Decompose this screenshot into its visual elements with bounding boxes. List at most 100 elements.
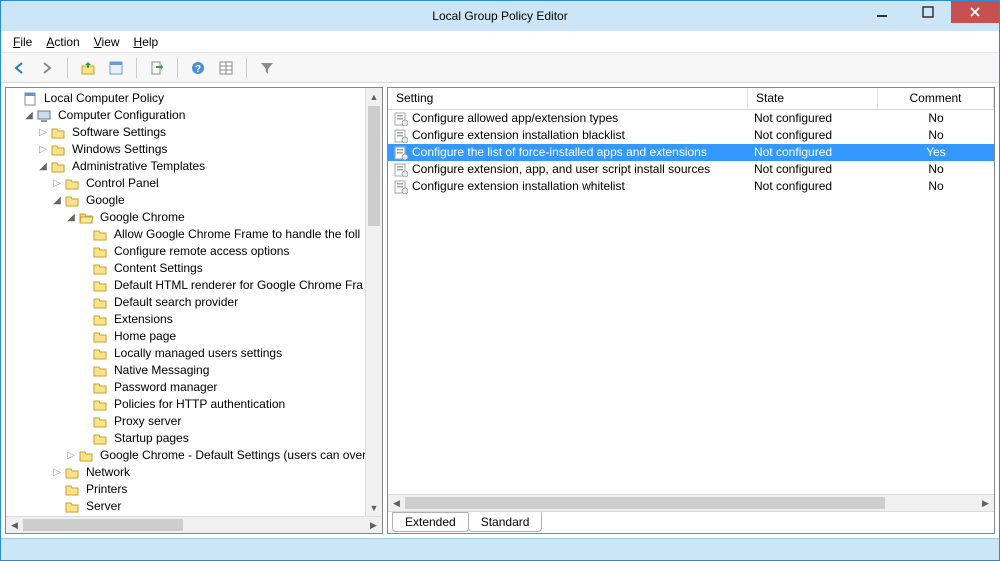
tree-node-chrome-subfolder[interactable]: Extensions (8, 311, 382, 328)
tree-horizontal-scrollbar[interactable]: ◀ ▶ (6, 516, 382, 533)
tree-label: Content Settings (112, 260, 205, 277)
tree-label: Google Chrome (98, 209, 187, 226)
tree-node-chrome-subfolder[interactable]: Home page (8, 328, 382, 345)
tree-label: Server (84, 498, 123, 515)
tree-node-server[interactable]: Server (8, 498, 382, 515)
tree-node-software-settings[interactable]: ▷ Software Settings (8, 124, 382, 141)
scroll-thumb[interactable] (368, 106, 380, 226)
tree-node-google-chrome[interactable]: ◢ Google Chrome (8, 209, 382, 226)
tree-node-network[interactable]: ▷ Network (8, 464, 382, 481)
tree-label: Default HTML renderer for Google Chrome … (112, 277, 365, 294)
tree-label: Control Panel (84, 175, 161, 192)
tab-standard[interactable]: Standard (468, 512, 543, 532)
tree-node-google[interactable]: ◢ Google (8, 192, 382, 209)
tree-node-chrome-subfolder[interactable]: Configure remote access options (8, 243, 382, 260)
toolbar-separator (177, 58, 178, 78)
expand-icon[interactable]: ▷ (36, 124, 50, 141)
grid-row[interactable]: Configure extension installation whiteli… (388, 178, 994, 195)
expand-icon[interactable]: ▷ (36, 141, 50, 158)
tree-node-gc-default[interactable]: ▷ Google Chrome - Default Settings (user… (8, 447, 382, 464)
cell-setting: Configure allowed app/extension types (388, 110, 748, 127)
tree-node-chrome-subfolder[interactable]: Proxy server (8, 413, 382, 430)
tree-node-chrome-subfolder[interactable]: Password manager (8, 379, 382, 396)
collapse-icon[interactable]: ◢ (50, 192, 64, 209)
maximize-button[interactable] (905, 1, 951, 23)
expand-icon[interactable]: ▷ (50, 175, 64, 192)
scroll-left-icon[interactable]: ◀ (6, 517, 23, 533)
expand-icon[interactable]: ▷ (50, 464, 64, 481)
tree-node-control-panel[interactable]: ▷ Control Panel (8, 175, 382, 192)
column-header-comment[interactable]: Comment (878, 88, 994, 109)
tree-label: Software Settings (70, 124, 168, 141)
folder-icon (64, 499, 80, 515)
close-button[interactable] (951, 1, 999, 23)
folder-icon (92, 380, 108, 396)
grid-header: Setting State Comment (388, 88, 994, 110)
tree-node-computer-config[interactable]: ◢ Computer Configuration (8, 107, 382, 124)
back-icon (11, 60, 27, 76)
up-button[interactable] (76, 56, 100, 80)
menu-view[interactable]: View (88, 33, 126, 51)
scroll-right-icon[interactable]: ▶ (977, 495, 994, 511)
folder-icon (92, 295, 108, 311)
back-button[interactable] (7, 56, 31, 80)
cell-setting: Configure extension installation blackli… (388, 127, 748, 144)
forward-button[interactable] (35, 56, 59, 80)
policy-setting-icon (394, 129, 408, 143)
export-button[interactable] (145, 56, 169, 80)
cell-comment: No (878, 127, 994, 144)
grid-horizontal-scrollbar[interactable]: ◀ ▶ (388, 494, 994, 511)
menu-help[interactable]: Help (128, 33, 165, 51)
scroll-right-icon[interactable]: ▶ (365, 517, 382, 533)
tree-node-printers[interactable]: Printers (8, 481, 382, 498)
cell-setting: Configure extension, app, and user scrip… (388, 161, 748, 178)
scroll-thumb[interactable] (405, 497, 885, 509)
menu-file[interactable]: File (7, 33, 38, 51)
tree-vertical-scrollbar[interactable]: ▲ ▼ (365, 88, 382, 516)
folder-icon (92, 244, 108, 260)
column-header-state[interactable]: State (748, 88, 878, 109)
expand-icon[interactable]: ▷ (64, 447, 78, 464)
scroll-down-icon[interactable]: ▼ (366, 499, 382, 516)
tree-node-windows-settings[interactable]: ▷ Windows Settings (8, 141, 382, 158)
tree-node-root[interactable]: Local Computer Policy (8, 90, 382, 107)
folder-icon (92, 227, 108, 243)
tree-label: Password manager (112, 379, 219, 396)
filter-button[interactable] (255, 56, 279, 80)
help-button[interactable]: ? (186, 56, 210, 80)
collapse-icon[interactable]: ◢ (22, 107, 36, 124)
tree[interactable]: Local Computer Policy ◢ Computer Configu… (6, 88, 382, 517)
setting-text: Configure extension, app, and user scrip… (412, 161, 710, 178)
grid-icon (218, 60, 234, 76)
tree-node-chrome-subfolder[interactable]: Default HTML renderer for Google Chrome … (8, 277, 382, 294)
collapse-icon[interactable]: ◢ (36, 158, 50, 175)
grid-row[interactable]: Configure extension installation blackli… (388, 127, 994, 144)
tree-node-chrome-subfolder[interactable]: Startup pages (8, 430, 382, 447)
collapse-icon[interactable]: ◢ (64, 209, 78, 226)
tree-node-chrome-subfolder[interactable]: Content Settings (8, 260, 382, 277)
toolbar-separator (67, 58, 68, 78)
tab-extended[interactable]: Extended (392, 512, 469, 532)
tree-node-chrome-subfolder[interactable]: Default search provider (8, 294, 382, 311)
tree-label: Printers (84, 481, 129, 498)
grid-row[interactable]: Configure extension, app, and user scrip… (388, 161, 994, 178)
minimize-button[interactable] (859, 1, 905, 23)
scroll-left-icon[interactable]: ◀ (388, 495, 405, 511)
column-header-setting[interactable]: Setting (388, 88, 748, 109)
tree-node-chrome-subfolder[interactable]: Policies for HTTP authentication (8, 396, 382, 413)
tree-node-chrome-subfolder[interactable]: Allow Google Chrome Frame to handle the … (8, 226, 382, 243)
grid-row[interactable]: Configure the list of force-installed ap… (388, 144, 994, 161)
tree-label: Native Messaging (112, 362, 211, 379)
menu-action[interactable]: Action (40, 33, 85, 51)
tree-node-chrome-subfolder[interactable]: Native Messaging (8, 362, 382, 379)
tree-node-chrome-subfolder[interactable]: Locally managed users settings (8, 345, 382, 362)
tree-node-admin-templates[interactable]: ◢ Administrative Templates (8, 158, 382, 175)
properties-button[interactable] (104, 56, 128, 80)
scroll-thumb[interactable] (23, 519, 183, 531)
show-button[interactable] (214, 56, 238, 80)
titlebar[interactable]: Local Group Policy Editor (1, 1, 999, 31)
grid-row[interactable]: Configure allowed app/extension typesNot… (388, 110, 994, 127)
tree-label: Proxy server (112, 413, 183, 430)
cell-setting: Configure the list of force-installed ap… (388, 144, 748, 161)
scroll-up-icon[interactable]: ▲ (366, 88, 382, 105)
